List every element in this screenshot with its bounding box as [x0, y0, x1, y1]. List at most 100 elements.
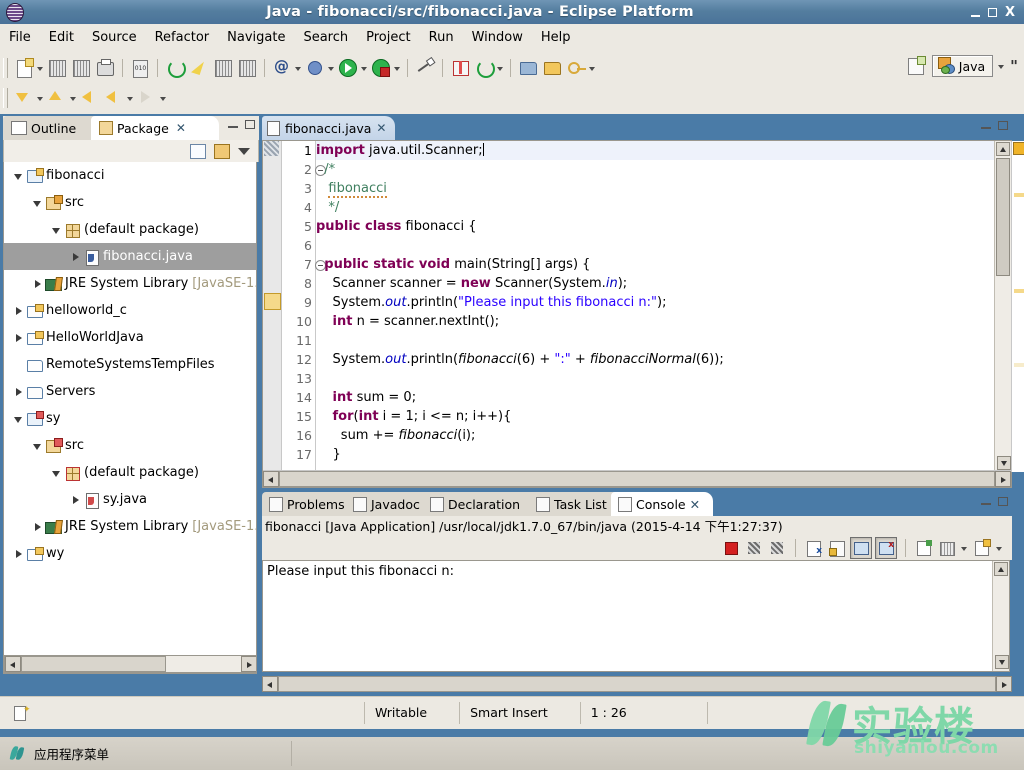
open-console-dropdown-arrow[interactable] [995, 537, 1004, 559]
editor-tab-close-icon[interactable]: ✕ [376, 121, 386, 135]
toolbar-grip[interactable] [3, 58, 8, 78]
window-close-button[interactable]: X [1005, 6, 1015, 19]
tree-item-jre-system-library[interactable]: JRE System Library[JavaSE-1.7] [4, 270, 256, 297]
code-line[interactable]: public class fibonacci { [316, 217, 995, 236]
run-dropdown-arrow[interactable] [360, 57, 369, 79]
tree-item-remotesystemstempfiles[interactable]: RemoteSystemsTempFiles [4, 351, 256, 378]
run-icon[interactable] [337, 57, 359, 79]
toolbar-overflow-icon[interactable]: " [1010, 59, 1018, 74]
maximize-icon[interactable] [245, 120, 255, 129]
editor-horizontal-scrollbar[interactable] [263, 470, 1011, 487]
window-minimize-button[interactable] [970, 8, 980, 17]
open-perspective-icon[interactable] [905, 55, 927, 77]
forward-nav-icon[interactable] [136, 87, 158, 109]
toggle-block-selection-icon[interactable] [212, 57, 234, 79]
print-preview-icon[interactable] [70, 57, 92, 79]
editor-maximize-icon[interactable] [998, 121, 1008, 130]
chevron-down-icon[interactable] [12, 412, 26, 426]
console-scroll-down-button[interactable] [995, 655, 1009, 669]
menu-window[interactable]: Window [463, 27, 532, 48]
scroll-right-button[interactable] [241, 656, 256, 672]
tree-item-default-package[interactable]: (default package) [4, 459, 256, 486]
editor-annotation-ruler[interactable] [263, 141, 282, 472]
code-line[interactable]: int n = scanner.nextInt(); [316, 312, 995, 331]
clear-console-icon[interactable]: x [804, 538, 824, 558]
tree-item-servers[interactable]: Servers [4, 378, 256, 405]
javadoc-dropdown-arrow[interactable] [294, 57, 303, 79]
tree-item-helloworld-c[interactable]: helloworld_c [4, 297, 256, 324]
new-wizard-icon[interactable] [13, 57, 35, 79]
forward-nav-dropdown-arrow[interactable] [159, 87, 168, 109]
code-line[interactable]: fibonacci [316, 179, 995, 198]
code-line[interactable]: sum += fibonacci(i); [316, 426, 995, 445]
editor-hscroll-thumb[interactable] [279, 471, 995, 487]
perspective-java-button[interactable]: Java [931, 55, 994, 77]
next-annotation-dropdown-arrow[interactable] [36, 87, 45, 109]
coverage-dropdown-arrow[interactable] [393, 57, 402, 79]
chevron-right-icon[interactable] [31, 277, 45, 291]
code-line[interactable] [316, 331, 995, 350]
code-line[interactable]: */ [316, 198, 995, 217]
console-hscroll-track[interactable] [278, 676, 996, 692]
new-class-icon[interactable] [473, 57, 495, 79]
menu-refactor[interactable]: Refactor [146, 27, 219, 48]
scroll-thumb[interactable] [21, 656, 167, 672]
print-icon[interactable] [94, 57, 116, 79]
tree-item-sy-java[interactable]: sy.java [4, 486, 256, 513]
chevron-right-icon[interactable] [12, 331, 26, 345]
debug-icon[interactable] [304, 57, 326, 79]
editor-scroll-left-button[interactable] [263, 471, 279, 487]
tree-item-fibonacci-java[interactable]: fibonacci.java [4, 243, 256, 270]
chevron-down-icon[interactable] [12, 169, 26, 183]
scroll-left-button[interactable] [5, 656, 21, 672]
console-horizontal-scrollbar[interactable] [262, 676, 1012, 692]
previous-annotation-dropdown-arrow[interactable] [69, 87, 78, 109]
chevron-right-icon[interactable] [12, 304, 26, 318]
tree-horizontal-scrollbar[interactable] [4, 655, 256, 673]
code-line[interactable]: System.out.println(fibonacci(6) + ":" + … [316, 350, 995, 369]
tab-package-explorer[interactable]: Package ✕ [91, 116, 219, 140]
editor-vertical-scrollbar[interactable] [994, 141, 1024, 472]
coverage-icon[interactable] [370, 57, 392, 79]
debug-dropdown-arrow[interactable] [327, 57, 336, 79]
menu-run[interactable]: Run [420, 27, 463, 48]
code-line[interactable]: int sum = 0; [316, 388, 995, 407]
code-line[interactable] [316, 369, 995, 388]
display-console-dropdown-arrow[interactable] [960, 537, 969, 559]
search-dropdown-arrow[interactable] [588, 57, 597, 79]
chevron-right-icon[interactable] [69, 250, 83, 264]
edit-marker-icon[interactable] [188, 57, 210, 79]
pin-console-icon[interactable] [914, 538, 934, 558]
terminate-icon[interactable] [721, 538, 741, 558]
back-icon[interactable] [79, 87, 101, 109]
previous-annotation-icon[interactable] [46, 87, 68, 109]
chevron-down-icon[interactable] [50, 466, 64, 480]
editor-scroll-right-button[interactable] [995, 471, 1011, 487]
new-java-project-icon[interactable] [449, 57, 471, 79]
open-console-icon[interactable] [972, 538, 992, 558]
editor-minimize-icon[interactable] [981, 121, 991, 130]
menu-search[interactable]: Search [294, 27, 357, 48]
new-dropdown-arrow[interactable] [36, 57, 45, 79]
chevron-right-icon[interactable] [12, 547, 26, 561]
history-dropdown-arrow[interactable] [126, 87, 135, 109]
console-scroll-left-button[interactable] [262, 676, 278, 692]
view-menu-icon[interactable] [238, 147, 250, 155]
save-all-icon[interactable] [46, 57, 68, 79]
taskbar-app-menu[interactable]: 应用程序菜单 [0, 744, 109, 763]
tree-item-helloworldjava[interactable]: HelloWorldJava [4, 324, 256, 351]
code-line[interactable]: import java.util.Scanner; [316, 141, 995, 160]
editor-text-area[interactable]: import java.util.Scanner; /* fibonacci *… [316, 141, 995, 472]
chevron-right-icon[interactable] [69, 493, 83, 507]
tree-item-src[interactable]: src [4, 189, 256, 216]
editor-tab-fibonacci[interactable]: fibonacci.java ✕ [262, 116, 396, 140]
editor-overview-ruler[interactable] [1011, 141, 1024, 472]
code-line[interactable] [316, 236, 995, 255]
window-maximize-button[interactable] [987, 7, 997, 17]
console-scroll-up-button[interactable] [994, 562, 1008, 576]
open-type-icon[interactable] [517, 57, 539, 79]
editor-scroll-up-button[interactable] [996, 142, 1010, 156]
tree-item-sy[interactable]: sy [4, 405, 256, 432]
javadoc-icon[interactable]: @ [271, 57, 293, 79]
chevron-down-icon[interactable] [997, 55, 1006, 77]
